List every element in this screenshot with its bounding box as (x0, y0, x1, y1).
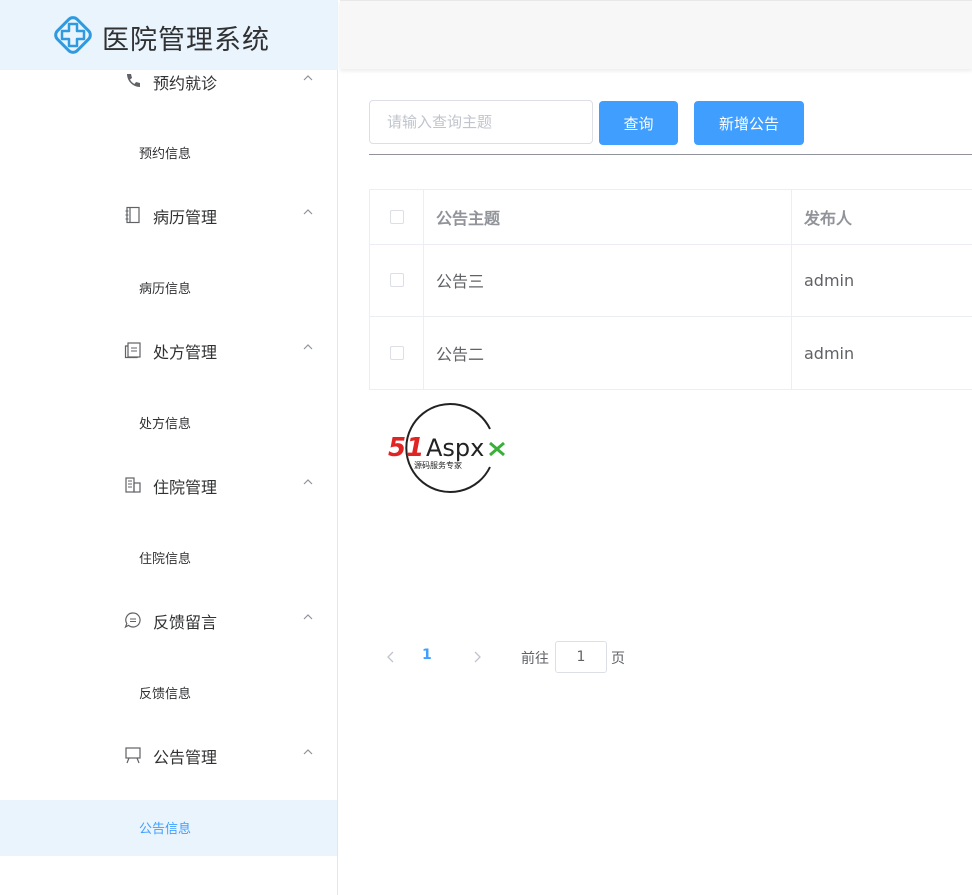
menu-item-appointment-info[interactable]: 预约信息 (0, 125, 337, 181)
chevron-up-icon (303, 614, 313, 620)
chevron-right-icon (474, 651, 481, 663)
menu-group-label: 反馈留言 (153, 613, 218, 632)
menu-item-label: 病历信息 (139, 282, 192, 297)
tickets-icon (124, 342, 141, 359)
chevron-up-icon (303, 479, 313, 485)
cell-topic: 公告二 (423, 317, 791, 389)
chevron-up-icon (303, 75, 313, 81)
svg-text:51: 51 (388, 433, 424, 463)
menu-group-label: 预约就诊 (153, 74, 218, 93)
svg-text:Aspx: Aspx (426, 434, 484, 462)
menu-group-prescription[interactable]: 处方管理 (0, 329, 337, 373)
medical-cross-logo-icon (54, 16, 92, 54)
top-navbar (340, 0, 972, 69)
app-title: 医院管理系统 (102, 25, 270, 56)
menu-group-feedback[interactable]: 反馈留言 (0, 599, 337, 643)
menu-group-label: 处方管理 (153, 343, 218, 362)
goto-page-input[interactable] (555, 641, 607, 673)
menu-item-label: 住院信息 (139, 552, 192, 567)
menu-item-label: 预约信息 (139, 147, 192, 162)
cell-topic: 公告三 (423, 244, 791, 316)
menu-item-notice-info[interactable]: 公告信息 (0, 800, 337, 856)
sidebar-menu: 预约就诊 预约信息 病历管理 病历信息 处方管理 处方信息 住院管理 住院信息 … (0, 70, 338, 895)
phone-icon (127, 74, 140, 87)
menu-group-label: 住院管理 (153, 478, 218, 497)
menu-item-label: 公告信息 (139, 822, 192, 837)
publisher-text: admin (804, 270, 855, 290)
column-header-label: 公告主题 (436, 209, 501, 228)
divider (369, 154, 972, 155)
page-number-current[interactable]: 1 (422, 647, 432, 663)
column-header: 公告主题 (423, 190, 791, 244)
row-checkbox-cell (369, 244, 423, 316)
menu-item-prescription-info[interactable]: 处方信息 (0, 395, 337, 451)
page-unit-label: 页 (611, 651, 625, 667)
goto-label: 前往 (521, 651, 549, 667)
chevron-up-icon (303, 749, 313, 755)
menu-item-feedback-info[interactable]: 反馈信息 (0, 665, 337, 721)
chat-icon (124, 612, 141, 629)
menu-item-label: 处方信息 (139, 417, 192, 432)
query-button[interactable]: 查询 (599, 101, 678, 145)
chevron-up-icon (303, 209, 313, 215)
menu-group-hospitalization[interactable]: 住院管理 (0, 464, 337, 508)
chevron-left-icon (387, 651, 394, 663)
51aspx-watermark-logo: 51 Aspx 源码服务专家 (388, 403, 505, 493)
topic-text: 公告二 (436, 345, 485, 364)
row-checkbox-cell (369, 317, 423, 389)
publisher-text: admin (804, 343, 855, 363)
menu-group-records[interactable]: 病历管理 (0, 194, 337, 238)
prev-page-button[interactable] (378, 641, 404, 673)
table-row[interactable]: 公告二 admin (369, 317, 972, 390)
row-checkbox[interactable] (389, 346, 404, 360)
svg-text:源码服务专家: 源码服务专家 (414, 460, 462, 470)
pagination: 1 前往 页 (378, 641, 678, 673)
column-header: 发布人 (791, 190, 972, 244)
easel-icon (125, 747, 141, 764)
add-notice-button[interactable]: 新增公告 (694, 101, 804, 145)
row-checkbox[interactable] (389, 273, 404, 287)
menu-item-records-info[interactable]: 病历信息 (0, 260, 337, 316)
menu-group-label: 病历管理 (153, 208, 218, 227)
next-page-button[interactable] (464, 641, 490, 673)
column-header-label: 发布人 (804, 209, 853, 228)
search-input[interactable] (369, 100, 593, 144)
menu-item-hospitalization-info[interactable]: 住院信息 (0, 530, 337, 586)
menu-group-notice[interactable]: 公告管理 (0, 734, 337, 778)
menu-group-appointment[interactable]: 预约就诊 (0, 60, 337, 104)
chevron-up-icon (303, 344, 313, 350)
menu-group-label: 公告管理 (153, 748, 218, 767)
cell-publisher: admin (791, 317, 972, 389)
header-checkbox-cell (369, 190, 423, 244)
cell-publisher: admin (791, 244, 972, 316)
office-building-icon (125, 477, 141, 493)
notebook-icon (125, 206, 140, 224)
table-row[interactable]: 公告三 admin (369, 244, 972, 317)
table-header: 公告主题 发布人 (369, 189, 972, 245)
topic-text: 公告三 (436, 272, 485, 291)
select-all-checkbox[interactable] (389, 210, 404, 224)
menu-item-label: 反馈信息 (139, 687, 192, 702)
